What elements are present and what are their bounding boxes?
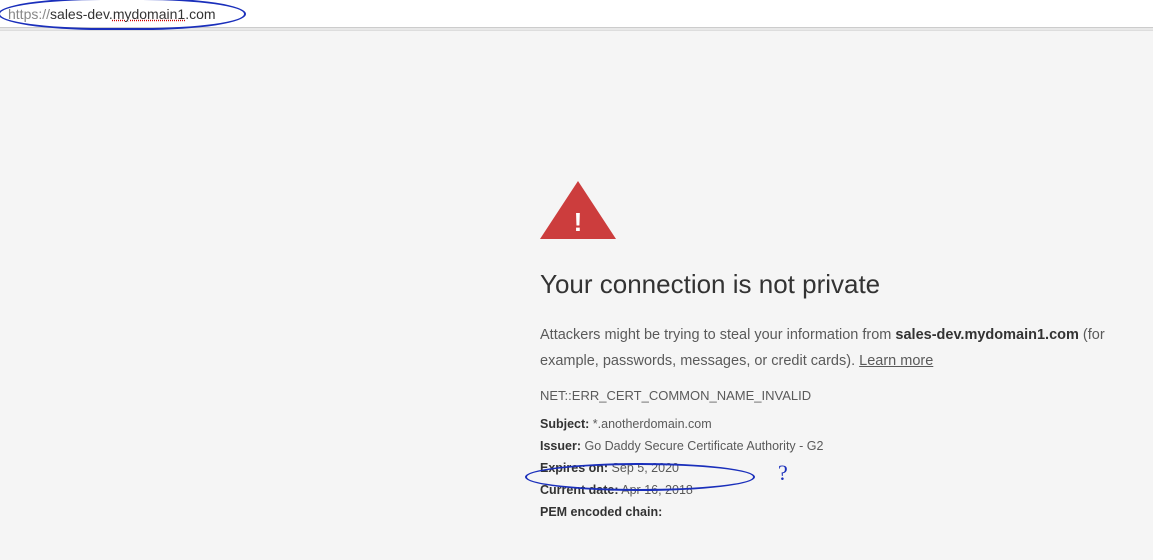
- cert-current-label: Current date:: [540, 483, 618, 497]
- cert-subject-value: *.anotherdomain.com: [589, 417, 711, 431]
- cert-subject-label: Subject:: [540, 417, 589, 431]
- cert-issuer-label: Issuer:: [540, 439, 581, 453]
- warning-title: Your connection is not private: [540, 269, 1140, 300]
- warning-content: ! Your connection is not private Attacke…: [540, 181, 1140, 519]
- cert-pem-label: PEM encoded chain:: [540, 505, 662, 519]
- cert-current-value: Apr 16, 2018: [618, 483, 692, 497]
- cert-issuer-value: Go Daddy Secure Certificate Authority - …: [581, 439, 823, 453]
- learn-more-link[interactable]: Learn more: [859, 353, 933, 369]
- cert-expires-label: Expires on:: [540, 461, 608, 475]
- page-body: ! Your connection is not private Attacke…: [0, 31, 1153, 560]
- cert-subject-row: Subject: *.anotherdomain.com: [540, 417, 1140, 431]
- address-bar[interactable]: https://sales-dev.mydomain1.com: [0, 0, 1153, 28]
- cert-expires-value: Sep 5, 2020: [608, 461, 679, 475]
- url-host-suffix: .com: [185, 6, 215, 22]
- explain-prefix: Attackers might be trying to steal your …: [540, 327, 895, 343]
- explain-host: sales-dev.mydomain1.com: [895, 327, 1078, 343]
- exclamation-icon: !: [572, 203, 584, 241]
- cert-issuer-row: Issuer: Go Daddy Secure Certificate Auth…: [540, 439, 1140, 453]
- url-protocol: https://: [8, 6, 50, 22]
- url-host-prefix: sales-dev.: [50, 6, 113, 22]
- error-code: NET::ERR_CERT_COMMON_NAME_INVALID: [540, 388, 1140, 403]
- cert-expires-row: Expires on: Sep 5, 2020: [540, 461, 1140, 475]
- cert-current-row: Current date: Apr 16, 2018: [540, 483, 1140, 497]
- url-host-main: mydomain1: [113, 6, 185, 22]
- cert-pem-row: PEM encoded chain:: [540, 505, 1140, 519]
- warning-explain: Attackers might be trying to steal your …: [540, 322, 1140, 374]
- warning-triangle-icon: !: [540, 181, 616, 239]
